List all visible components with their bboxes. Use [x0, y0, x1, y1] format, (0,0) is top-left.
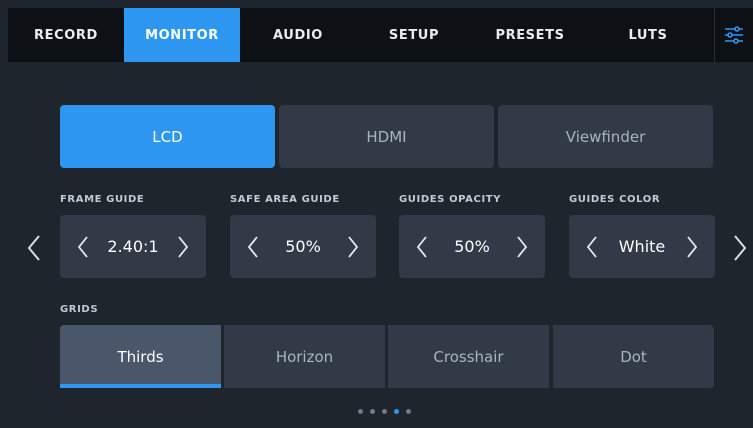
- chevron-right-icon: [348, 235, 359, 258]
- tab-luts[interactable]: LUTS: [588, 8, 708, 62]
- page-dot-active[interactable]: [394, 409, 399, 414]
- frame-guide-label: FRAME GUIDE: [60, 194, 145, 205]
- grid-crosshair-button[interactable]: Crosshair: [388, 325, 549, 388]
- guides-opacity-label: GUIDES OPACITY: [399, 194, 502, 205]
- tab-setup[interactable]: SETUP: [356, 8, 472, 62]
- grids-label: GRIDS: [60, 304, 99, 315]
- sliders-icon: [725, 26, 743, 44]
- chevron-left-icon: [27, 235, 40, 261]
- grid-thirds-button[interactable]: Thirds: [60, 325, 221, 388]
- frame-guide-increase[interactable]: [166, 215, 200, 278]
- guides-color-increase[interactable]: [675, 215, 709, 278]
- safe-area-guide-label: SAFE AREA GUIDE: [230, 194, 340, 205]
- safe-area-guide-stepper: 50%: [230, 215, 376, 278]
- guides-opacity-stepper: 50%: [399, 215, 545, 278]
- output-viewfinder-button[interactable]: Viewfinder: [498, 105, 713, 168]
- guides-color-stepper: White: [569, 215, 715, 278]
- page-dot[interactable]: [382, 409, 387, 414]
- guides-color-value: White: [618, 237, 666, 256]
- grid-dot-button[interactable]: Dot: [553, 325, 714, 388]
- output-lcd-button[interactable]: LCD: [60, 105, 275, 168]
- grid-thirds-label: Thirds: [117, 347, 164, 366]
- chevron-right-icon: [687, 235, 698, 258]
- chevron-right-icon: [517, 235, 528, 258]
- next-page-arrow[interactable]: [728, 226, 752, 270]
- chevron-left-icon: [77, 235, 88, 258]
- chevron-left-icon: [416, 235, 427, 258]
- settings-button[interactable]: [714, 8, 753, 62]
- grid-horizon-button[interactable]: Horizon: [224, 325, 385, 388]
- tab-monitor[interactable]: MONITOR: [124, 8, 240, 62]
- safe-area-guide-value: 50%: [285, 237, 321, 256]
- previous-page-arrow[interactable]: [22, 226, 46, 270]
- tab-audio[interactable]: AUDIO: [240, 8, 356, 62]
- frame-guide-stepper: 2.40:1: [60, 215, 206, 278]
- tab-presets[interactable]: PRESETS: [472, 8, 588, 62]
- guides-opacity-increase[interactable]: [505, 215, 539, 278]
- safe-area-guide-increase[interactable]: [336, 215, 370, 278]
- output-hdmi-button[interactable]: HDMI: [279, 105, 494, 168]
- chevron-right-icon: [178, 235, 189, 258]
- page-dot[interactable]: [406, 409, 411, 414]
- tab-record[interactable]: RECORD: [8, 8, 124, 62]
- chevron-left-icon: [586, 235, 597, 258]
- chevron-right-icon: [734, 235, 747, 261]
- chevron-left-icon: [247, 235, 258, 258]
- guides-opacity-value: 50%: [454, 237, 490, 256]
- guides-color-label: GUIDES COLOR: [569, 194, 661, 205]
- active-underline: [60, 384, 221, 388]
- page-indicator: [358, 409, 411, 415]
- page-dot[interactable]: [370, 409, 375, 414]
- page-dot[interactable]: [358, 409, 363, 414]
- tab-bar: RECORD MONITOR AUDIO SETUP PRESETS LUTS: [8, 8, 753, 62]
- monitor-settings-screen: RECORD MONITOR AUDIO SETUP PRESETS LUTS …: [8, 8, 753, 428]
- frame-guide-value: 2.40:1: [107, 237, 159, 256]
